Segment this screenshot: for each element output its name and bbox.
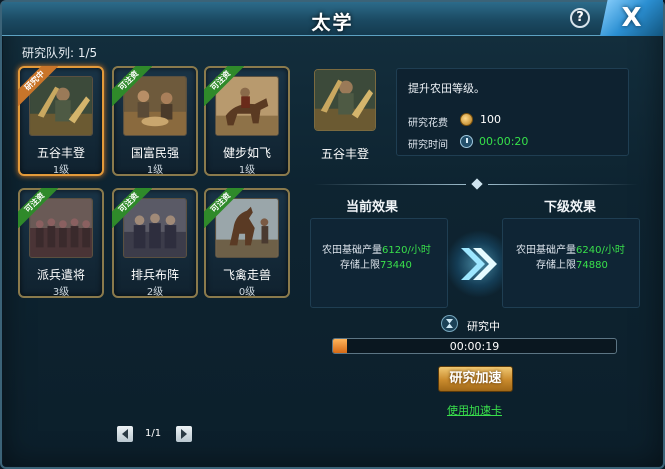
progress-time: 00:00:19 bbox=[449, 340, 500, 353]
research-queue-label: 研究队列: 1/5 bbox=[22, 46, 98, 60]
storage-value: 74880 bbox=[576, 260, 608, 271]
card-level: 0级 bbox=[238, 287, 256, 298]
output-label: 农田基础产量 bbox=[322, 245, 382, 256]
research-card-jianburufei[interactable]: 可注资 健步如飞 1级 bbox=[204, 66, 290, 176]
prev-page-button[interactable] bbox=[117, 426, 133, 442]
cost-label: 研究花费 bbox=[408, 118, 448, 129]
hourglass-icon bbox=[441, 315, 458, 332]
ribbon-label: 研究中 bbox=[18, 66, 58, 106]
ribbon-label: 可注资 bbox=[18, 188, 58, 228]
speed-up-button[interactable]: 研究加速 bbox=[438, 366, 513, 392]
research-progress-bar: 00:00:19 bbox=[332, 338, 617, 354]
selected-research-name: 五谷丰登 bbox=[320, 147, 369, 161]
current-effect-title: 当前效果 bbox=[346, 200, 399, 215]
card-level: 1级 bbox=[146, 165, 164, 176]
time-label: 研究时间 bbox=[408, 140, 448, 151]
selected-research-image bbox=[314, 69, 376, 131]
coin-icon bbox=[460, 113, 473, 126]
divider-right bbox=[488, 184, 638, 185]
ribbon-label: 可注资 bbox=[204, 188, 244, 228]
storage-label: 存储上限 bbox=[340, 260, 380, 271]
card-name: 排兵布阵 bbox=[130, 268, 179, 282]
ribbon-label: 可注资 bbox=[112, 66, 152, 106]
page-indicator: 1/1 bbox=[145, 428, 162, 439]
card-level: 2级 bbox=[146, 287, 164, 298]
output-value: 6240/小时 bbox=[576, 245, 625, 256]
research-card-guofuminqiang[interactable]: 可注资 国富民强 1级 bbox=[112, 66, 198, 176]
status-ribbon: 研究中 bbox=[18, 66, 58, 106]
current-effect-output: 农田基础产量6120/小时 bbox=[322, 241, 431, 256]
status-ribbon: 可注资 bbox=[18, 188, 58, 228]
next-page-button[interactable] bbox=[176, 426, 192, 442]
card-name: 飞禽走兽 bbox=[222, 268, 271, 282]
card-name: 派兵遣将 bbox=[36, 268, 85, 282]
clock-icon bbox=[460, 135, 473, 148]
status-ribbon: 可注资 bbox=[204, 66, 244, 106]
cost-value: 100 bbox=[480, 113, 501, 126]
divider-left bbox=[314, 184, 466, 185]
card-name: 健步如飞 bbox=[222, 146, 271, 160]
status-ribbon: 可注资 bbox=[112, 188, 152, 228]
chevron-right-icon bbox=[181, 429, 187, 439]
card-level: 3级 bbox=[52, 287, 70, 298]
status-ribbon: 可注资 bbox=[112, 66, 152, 106]
close-button[interactable]: X bbox=[600, 0, 663, 36]
research-description: 提升农田等级。 bbox=[408, 82, 485, 95]
research-card-paibingbuzhen[interactable]: 可注资 排兵布阵 2级 bbox=[112, 188, 198, 298]
title-bar: 太学 bbox=[2, 2, 663, 36]
card-level: 1级 bbox=[238, 165, 256, 176]
chevron-left-icon bbox=[122, 429, 128, 439]
research-card-wugufengdeng[interactable]: 研究中 五谷丰登 1级 bbox=[18, 66, 104, 176]
research-status: 研究中 bbox=[467, 320, 500, 333]
next-effect-storage: 存储上限74880 bbox=[536, 256, 608, 271]
output-label: 农田基础产量 bbox=[516, 245, 576, 256]
next-effect-title: 下级效果 bbox=[544, 200, 597, 215]
research-card-feiqinzoushou[interactable]: 可注资 飞禽走兽 0级 bbox=[204, 188, 290, 298]
research-card-paibingqianjiang[interactable]: 可注资 派兵遣将 3级 bbox=[18, 188, 104, 298]
output-value: 6120/小时 bbox=[382, 245, 431, 256]
status-ribbon: 可注资 bbox=[204, 188, 244, 228]
help-button[interactable]: ? bbox=[570, 8, 590, 28]
current-effect-storage: 存储上限73440 bbox=[340, 256, 412, 271]
use-speed-card-link[interactable]: 使用加速卡 bbox=[447, 402, 502, 418]
card-name: 五谷丰登 bbox=[36, 146, 85, 160]
next-effect-output: 农田基础产量6240/小时 bbox=[516, 241, 625, 256]
ribbon-label: 可注资 bbox=[112, 188, 152, 228]
card-name: 国富民强 bbox=[130, 146, 179, 160]
ribbon-label: 可注资 bbox=[204, 66, 244, 106]
storage-value: 73440 bbox=[380, 260, 412, 271]
card-level: 1级 bbox=[52, 165, 70, 176]
storage-label: 存储上限 bbox=[536, 260, 576, 271]
window-title: 太学 bbox=[311, 12, 354, 34]
time-value: 00:00:20 bbox=[479, 135, 529, 148]
